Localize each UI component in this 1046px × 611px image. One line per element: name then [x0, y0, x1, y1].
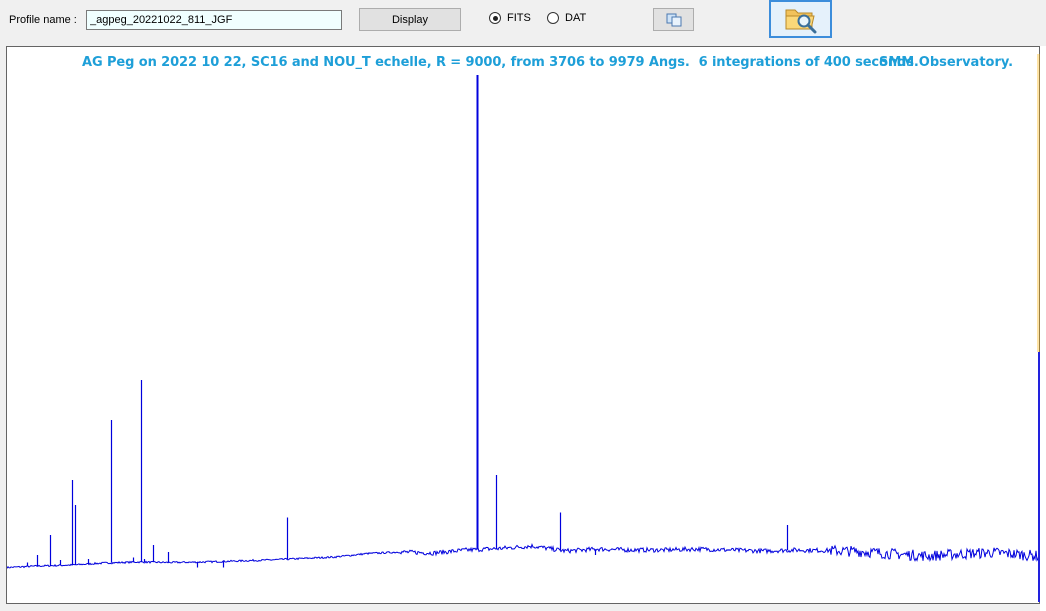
radio-dat[interactable]: DAT — [547, 12, 586, 24]
copy-button[interactable] — [653, 8, 694, 31]
radio-dat-indicator[interactable] — [547, 12, 559, 24]
right-edge-marker — [1037, 54, 1040, 352]
radio-fits[interactable]: FITS — [489, 12, 531, 24]
profile-name-input[interactable] — [86, 10, 342, 30]
plot-observatory: SMM Observatory. — [879, 55, 1014, 70]
copy-icon — [666, 13, 681, 26]
spectrum-plot: AG Peg on 2022 10 22, SC16 and NOU_T ech… — [6, 46, 1040, 604]
right-edge-strip — [1040, 46, 1046, 611]
plot-title: AG Peg on 2022 10 22, SC16 and NOU_T ech… — [82, 55, 919, 70]
profile-name-label: Profile name : — [9, 14, 77, 26]
display-button[interactable]: Display — [359, 8, 461, 31]
radio-dat-label: DAT — [565, 12, 587, 24]
radio-fits-label: FITS — [507, 12, 531, 24]
right-edge-line — [1038, 352, 1040, 602]
radio-fits-indicator[interactable] — [489, 12, 501, 24]
spectrum-chart — [7, 75, 1039, 569]
folder-search-icon — [785, 9, 816, 34]
open-file-button[interactable] — [769, 0, 832, 38]
spectrum-series-line — [7, 542, 1039, 569]
